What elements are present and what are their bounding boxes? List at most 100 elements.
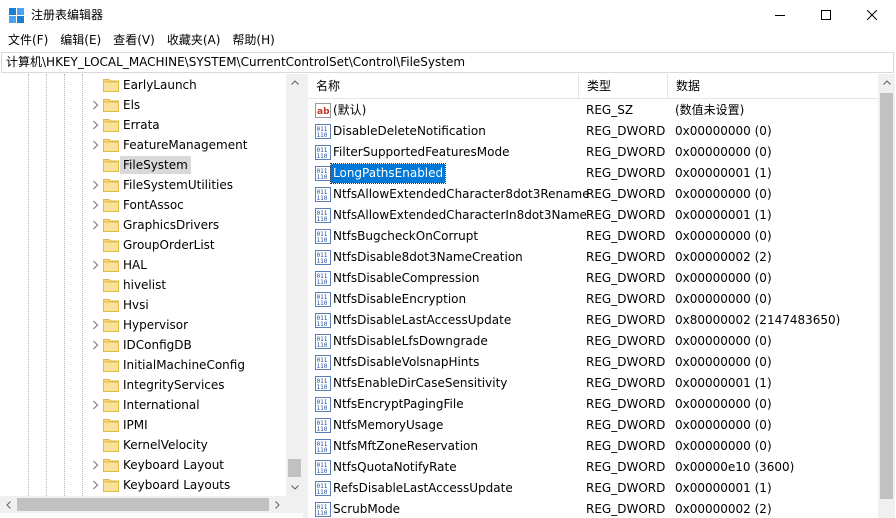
table-row[interactable]: 011 110 NtfsQuotaNotifyRate REG_DWORD 0x0000… bbox=[308, 457, 878, 478]
menu-view[interactable]: 查看(V) bbox=[107, 30, 161, 51]
tree-item[interactable]: Hvsi bbox=[0, 295, 286, 315]
chevron-right-icon[interactable] bbox=[91, 100, 100, 110]
tree-item[interactable]: IntegrityServices bbox=[0, 375, 286, 395]
tree-item[interactable]: hivelist bbox=[0, 275, 286, 295]
chevron-right-icon[interactable] bbox=[91, 400, 100, 410]
table-row[interactable]: 011 110 NtfsMftZoneReservation REG_DWORD 0x0… bbox=[308, 436, 878, 457]
table-row[interactable]: 011 110 NtfsDisable8dot3NameCreation REG_DW… bbox=[308, 247, 878, 268]
chevron-right-icon[interactable] bbox=[91, 480, 100, 490]
binary-value-icon: 011110 bbox=[315, 460, 331, 475]
chevron-right-icon[interactable] bbox=[91, 260, 100, 270]
tree-item[interactable]: Keyboard Layouts bbox=[0, 475, 286, 495]
tree-item[interactable]: FontAssoc bbox=[0, 195, 286, 215]
chevron-right-icon[interactable] bbox=[91, 340, 100, 350]
maximize-button[interactable] bbox=[803, 0, 849, 30]
column-header-name[interactable]: 名称 bbox=[308, 74, 579, 99]
table-row[interactable]: 011 110 FilterSupportedFeaturesMode REG_DWO… bbox=[308, 142, 878, 163]
svg-text:110: 110 bbox=[317, 405, 328, 412]
close-button[interactable] bbox=[849, 0, 895, 30]
table-row[interactable]: 011 110 NtfsDisableLfsDowngrade REG_DWORD 0x… bbox=[308, 331, 878, 352]
address-bar[interactable]: 计算机\HKEY_LOCAL_MACHINE\SYSTEM\CurrentCon… bbox=[1, 52, 894, 73]
value-name: LongPathsEnabled bbox=[329, 163, 447, 184]
tree-item[interactable]: FeatureManagement bbox=[0, 135, 286, 155]
table-row[interactable]: 011 110 NtfsDisableVolsnapHints REG_DWORD 0x… bbox=[308, 352, 878, 373]
table-row[interactable]: 011 110 RefsDisableLastAccessUpdate REG_DWO… bbox=[308, 478, 878, 499]
svg-text:110: 110 bbox=[317, 258, 328, 265]
tree-item[interactable]: IPMI bbox=[0, 415, 286, 435]
string-value-icon: ab bbox=[315, 103, 331, 118]
binary-value-icon: 011110 bbox=[315, 502, 331, 517]
table-row[interactable]: 011 110 NtfsEnableDirCaseSensitivity REG_DW… bbox=[308, 373, 878, 394]
value-data: 0x00000000 (0) bbox=[675, 145, 772, 159]
binary-value-icon: 011110 bbox=[315, 208, 331, 223]
tree-item[interactable]: EarlyLaunch bbox=[0, 75, 286, 95]
chevron-right-icon[interactable] bbox=[91, 320, 100, 330]
key-tree: EarlyLaunch Els Errata FeatureManagement Fil… bbox=[0, 74, 303, 518]
table-row[interactable]: 011 110 NtfsDisableEncryption REG_DWORD 0x00… bbox=[308, 289, 878, 310]
tree-item-label: FeatureManagement bbox=[123, 138, 248, 152]
table-row[interactable]: 011 110 NtfsMemoryUsage REG_DWORD 0x00000000… bbox=[308, 415, 878, 436]
chevron-right-icon[interactable] bbox=[91, 120, 100, 130]
folder-icon bbox=[103, 259, 119, 272]
tree-vertical-scrollbar[interactable] bbox=[286, 74, 303, 496]
tree-horizontal-scrollbar[interactable] bbox=[0, 496, 303, 513]
chevron-right-icon[interactable] bbox=[91, 140, 100, 150]
binary-value-icon: 011110 bbox=[315, 313, 331, 328]
table-row[interactable]: 011 110 NtfsBugcheckOnCorrupt REG_DWORD 0x00… bbox=[308, 226, 878, 247]
scroll-right-arrow[interactable] bbox=[269, 496, 286, 513]
tree-item[interactable]: Errata bbox=[0, 115, 286, 135]
scroll-thumb[interactable] bbox=[288, 459, 301, 477]
value-name: NtfsDisableLfsDowngrade bbox=[333, 334, 488, 348]
table-row[interactable]: 011 110 NtfsEncryptPagingFile REG_DWORD 0x00… bbox=[308, 394, 878, 415]
scroll-up-arrow[interactable] bbox=[878, 74, 895, 91]
tree-item[interactable]: IDConfigDB bbox=[0, 335, 286, 355]
column-header-type[interactable]: 类型 bbox=[579, 74, 668, 99]
folder-icon bbox=[103, 279, 119, 292]
chevron-right-icon[interactable] bbox=[91, 200, 100, 210]
table-row[interactable]: 011 110 LongPathsEnabled REG_DWORD 0x0000000… bbox=[308, 163, 878, 184]
menu-help[interactable]: 帮助(H) bbox=[226, 30, 280, 51]
tree-item[interactable]: HAL bbox=[0, 255, 286, 275]
tree-item[interactable]: InitialMachineConfig bbox=[0, 355, 286, 375]
value-data: 0x00000e10 (3600) bbox=[675, 460, 795, 474]
chevron-right-icon[interactable] bbox=[91, 220, 100, 230]
menu-edit[interactable]: 编辑(E) bbox=[54, 30, 107, 51]
tree-item[interactable]: Keyboard Layout bbox=[0, 455, 286, 475]
tree-item-label: FileSystem bbox=[120, 156, 191, 174]
tree-item[interactable]: FileSystem bbox=[0, 155, 286, 175]
tree-item[interactable]: Hypervisor bbox=[0, 315, 286, 335]
tree-item[interactable]: GroupOrderList bbox=[0, 235, 286, 255]
value-data: 0x00000000 (0) bbox=[675, 334, 772, 348]
scroll-thumb[interactable] bbox=[17, 498, 269, 511]
scroll-left-arrow[interactable] bbox=[0, 496, 17, 513]
table-row[interactable]: 011 110 NtfsAllowExtendedCharacter8dot3Ren… bbox=[308, 184, 878, 205]
svg-text:110: 110 bbox=[317, 321, 328, 328]
table-row[interactable]: 011 110 NtfsDisableCompression REG_DWORD 0x0… bbox=[308, 268, 878, 289]
table-row[interactable]: 011 110 NtfsDisableLastAccessUpdate REG_DWO… bbox=[308, 310, 878, 331]
tree-item[interactable]: International bbox=[0, 395, 286, 415]
scroll-up-arrow[interactable] bbox=[286, 74, 303, 91]
table-row[interactable]: ab (默认) REG_SZ (数值未设置) bbox=[308, 100, 878, 121]
table-row[interactable]: 011 110 ScrubMode REG_DWORD 0x00000002 (2) bbox=[308, 499, 878, 518]
minimize-button[interactable] bbox=[757, 0, 803, 30]
tree-item[interactable]: Els bbox=[0, 95, 286, 115]
binary-value-icon: 011110 bbox=[315, 271, 331, 286]
menu-favorites[interactable]: 收藏夹(A) bbox=[161, 30, 227, 51]
menu-file[interactable]: 文件(F) bbox=[2, 30, 54, 51]
list-vertical-scrollbar[interactable] bbox=[878, 74, 895, 518]
value-name: NtfsBugcheckOnCorrupt bbox=[333, 229, 479, 243]
column-header-data[interactable]: 数据 bbox=[668, 74, 878, 99]
tree-item[interactable]: FileSystemUtilities bbox=[0, 175, 286, 195]
tree-item[interactable]: GraphicsDrivers bbox=[0, 215, 286, 235]
table-row[interactable]: 011 110 NtfsAllowExtendedCharacterIn8dot3N… bbox=[308, 205, 878, 226]
scroll-down-arrow[interactable] bbox=[286, 479, 303, 496]
scroll-thumb[interactable] bbox=[880, 93, 893, 499]
tree-item-label: Errata bbox=[123, 118, 160, 132]
tree-item[interactable]: KernelVelocity bbox=[0, 435, 286, 455]
value-type: REG_DWORD bbox=[586, 481, 666, 495]
chevron-right-icon[interactable] bbox=[91, 180, 100, 190]
chevron-right-icon[interactable] bbox=[91, 460, 100, 470]
folder-icon bbox=[103, 439, 119, 452]
table-row[interactable]: 011 110 DisableDeleteNotification REG_DWORD… bbox=[308, 121, 878, 142]
svg-text:110: 110 bbox=[317, 342, 328, 349]
